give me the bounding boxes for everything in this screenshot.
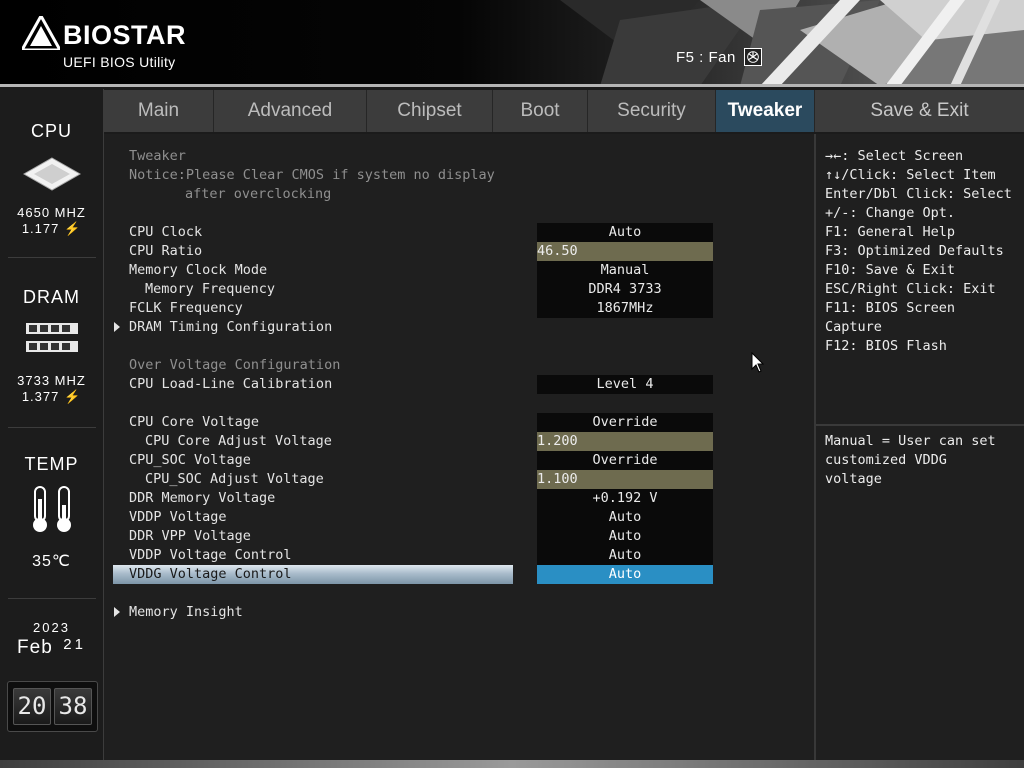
cpu-soc-adjust-label[interactable]: CPU_SOC Adjust Voltage — [145, 470, 324, 489]
date-year: 2023 — [33, 620, 70, 635]
clock-display: 20 38 — [7, 681, 98, 732]
item-description: voltage — [825, 471, 882, 487]
ddr-vpp-voltage-value[interactable]: Auto — [537, 527, 713, 546]
mouse-cursor-icon — [751, 352, 765, 373]
help-key-line: ↑↓/Click: Select Item — [825, 167, 996, 183]
temp-title: TEMP — [24, 454, 79, 474]
fan-shortcut-hint[interactable]: F5 : Fan — [676, 47, 762, 67]
brand-subtitle: UEFI BIOS Utility — [63, 54, 176, 70]
tab-save-exit[interactable]: Save & Exit — [815, 90, 1024, 132]
cpu-frequency: 4650 MHZ — [17, 205, 86, 220]
dram-status: DRAM 3733 MHZ 1.377 ⚡ — [0, 287, 103, 405]
fclk-frequency-label[interactable]: FCLK Frequency — [129, 299, 243, 318]
item-description: Manual = User can set — [825, 433, 996, 449]
cpu-status: CPU 4650 MHZ 1.177 ⚡ — [0, 121, 103, 237]
tab-security[interactable]: Security — [588, 90, 716, 132]
dram-module-icon — [25, 323, 78, 352]
cpu-core-voltage-value[interactable]: Override — [537, 413, 713, 432]
cpu-ratio-label[interactable]: CPU Ratio — [129, 242, 202, 261]
thermometer-icon — [32, 486, 71, 532]
header: BIOSTAR UEFI BIOS Utility F5 : Fan — [0, 0, 1024, 86]
memory-clock-mode-label[interactable]: Memory Clock Mode — [129, 261, 267, 280]
fan-icon — [743, 48, 762, 66]
help-key-line: Enter/Dbl Click: Select — [825, 186, 1012, 202]
help-key-line: →←: Select Screen — [825, 148, 964, 164]
sidebar-divider — [8, 598, 96, 599]
help-key-line: ESC/Right Click: Exit — [825, 281, 996, 297]
date-day: 21 — [63, 636, 86, 653]
vddg-voltage-control-label[interactable]: VDDG Voltage Control — [129, 565, 292, 584]
cpu-soc-voltage-label[interactable]: CPU_SOC Voltage — [129, 451, 251, 470]
tab-chipset[interactable]: Chipset — [367, 90, 493, 132]
cpu-chip-icon — [22, 157, 81, 191]
help-key-line: F12: BIOS Flash — [825, 338, 947, 354]
help-key-line: F10: Save & Exit — [825, 262, 956, 278]
help-key-line: Capture — [825, 319, 882, 335]
tab-bar: Main Advanced Chipset Boot Security Twea… — [104, 90, 1024, 132]
cpu-title: CPU — [30, 121, 72, 141]
ddr-memory-voltage-label[interactable]: DDR Memory Voltage — [129, 489, 275, 508]
cpu-core-voltage-label[interactable]: CPU Core Voltage — [129, 413, 259, 432]
date-month: Feb — [17, 637, 53, 658]
sidebar-divider — [8, 427, 96, 428]
cpu-soc-adjust-input[interactable]: 1.100 — [537, 470, 713, 489]
ddr-memory-voltage-value[interactable]: +0.192 V — [537, 489, 713, 508]
help-key-line: +/-: Change Opt. — [825, 205, 956, 221]
section-title: Tweaker — [129, 148, 186, 164]
sidebar-divider — [8, 257, 96, 258]
dram-voltage: 1.377 ⚡ — [21, 389, 82, 404]
notice-text: Notice:Please Clear CMOS if system no di… — [129, 167, 495, 183]
dram-timing-submenu[interactable]: DRAM Timing Configuration — [129, 318, 332, 337]
notice-text-continued: after overclocking — [185, 186, 332, 202]
help-key-line: F11: BIOS Screen — [825, 300, 956, 316]
brand-name: BIOSTAR — [63, 20, 186, 50]
dram-frequency: 3733 MHZ — [17, 373, 86, 388]
cpu-ratio-input[interactable]: 46.50 — [537, 242, 713, 261]
cpu-core-adjust-input[interactable]: 1.200 — [537, 432, 713, 451]
temp-status: TEMP 35℃ — [0, 454, 103, 570]
cpu-voltage: 1.177 ⚡ — [21, 221, 82, 236]
cpu-core-adjust-label[interactable]: CPU Core Adjust Voltage — [145, 432, 332, 451]
temp-value: 35℃ — [32, 553, 71, 570]
submenu-arrow-icon — [114, 322, 120, 332]
dram-title: DRAM — [23, 287, 80, 307]
over-voltage-title: Over Voltage Configuration — [129, 357, 341, 373]
vddp-voltage-control-value[interactable]: Auto — [537, 546, 713, 565]
cpu-clock-label[interactable]: CPU Clock — [129, 223, 202, 242]
submenu-arrow-icon — [114, 607, 120, 617]
cpu-soc-voltage-value[interactable]: Override — [537, 451, 713, 470]
memory-frequency-label[interactable]: Memory Frequency — [145, 280, 275, 299]
tab-advanced[interactable]: Advanced — [214, 90, 367, 132]
llc-label[interactable]: CPU Load-Line Calibration — [129, 375, 332, 394]
vddp-voltage-label[interactable]: VDDP Voltage — [129, 508, 227, 527]
ddr-vpp-voltage-label[interactable]: DDR VPP Voltage — [129, 527, 251, 546]
date-display: 2023 Feb 21 — [0, 620, 103, 659]
help-key-line: F1: General Help — [825, 224, 956, 240]
tab-tweaker[interactable]: Tweaker — [716, 90, 815, 132]
memory-insight-submenu[interactable]: Memory Insight — [129, 603, 243, 622]
biostar-logo-icon — [22, 16, 60, 50]
vddp-voltage-value[interactable]: Auto — [537, 508, 713, 527]
fclk-frequency-value[interactable]: 1867MHz — [537, 299, 713, 318]
bottom-bar — [0, 760, 1024, 768]
clock-minutes: 38 — [54, 688, 92, 725]
settings-panel: Tweaker Notice:Please Clear CMOS if syst… — [104, 134, 816, 760]
fan-shortcut-label: F5 : Fan — [676, 48, 736, 66]
help-panel: →←: Select Screen ↑↓/Click: Select Item … — [816, 134, 1024, 760]
tab-boot[interactable]: Boot — [493, 90, 588, 132]
memory-clock-mode-value[interactable]: Manual — [537, 261, 713, 280]
item-description: customized VDDG — [825, 452, 947, 468]
clock-hours: 20 — [13, 688, 51, 725]
vddg-voltage-control-value[interactable]: Auto — [537, 565, 713, 584]
cpu-clock-value[interactable]: Auto — [537, 223, 713, 242]
llc-value[interactable]: Level 4 — [537, 375, 713, 394]
status-sidebar: CPU 4650 MHZ 1.177 ⚡ DRAM 3733 MHZ 1.377… — [0, 89, 104, 760]
vddp-voltage-control-label[interactable]: VDDP Voltage Control — [129, 546, 292, 565]
help-key-line: F3: Optimized Defaults — [825, 243, 1004, 259]
help-divider — [816, 424, 1024, 426]
tab-main[interactable]: Main — [104, 90, 214, 132]
header-divider — [0, 84, 1024, 87]
memory-frequency-value[interactable]: DDR4 3733 — [537, 280, 713, 299]
biostar-logo: BIOSTAR UEFI BIOS Utility — [22, 14, 202, 74]
